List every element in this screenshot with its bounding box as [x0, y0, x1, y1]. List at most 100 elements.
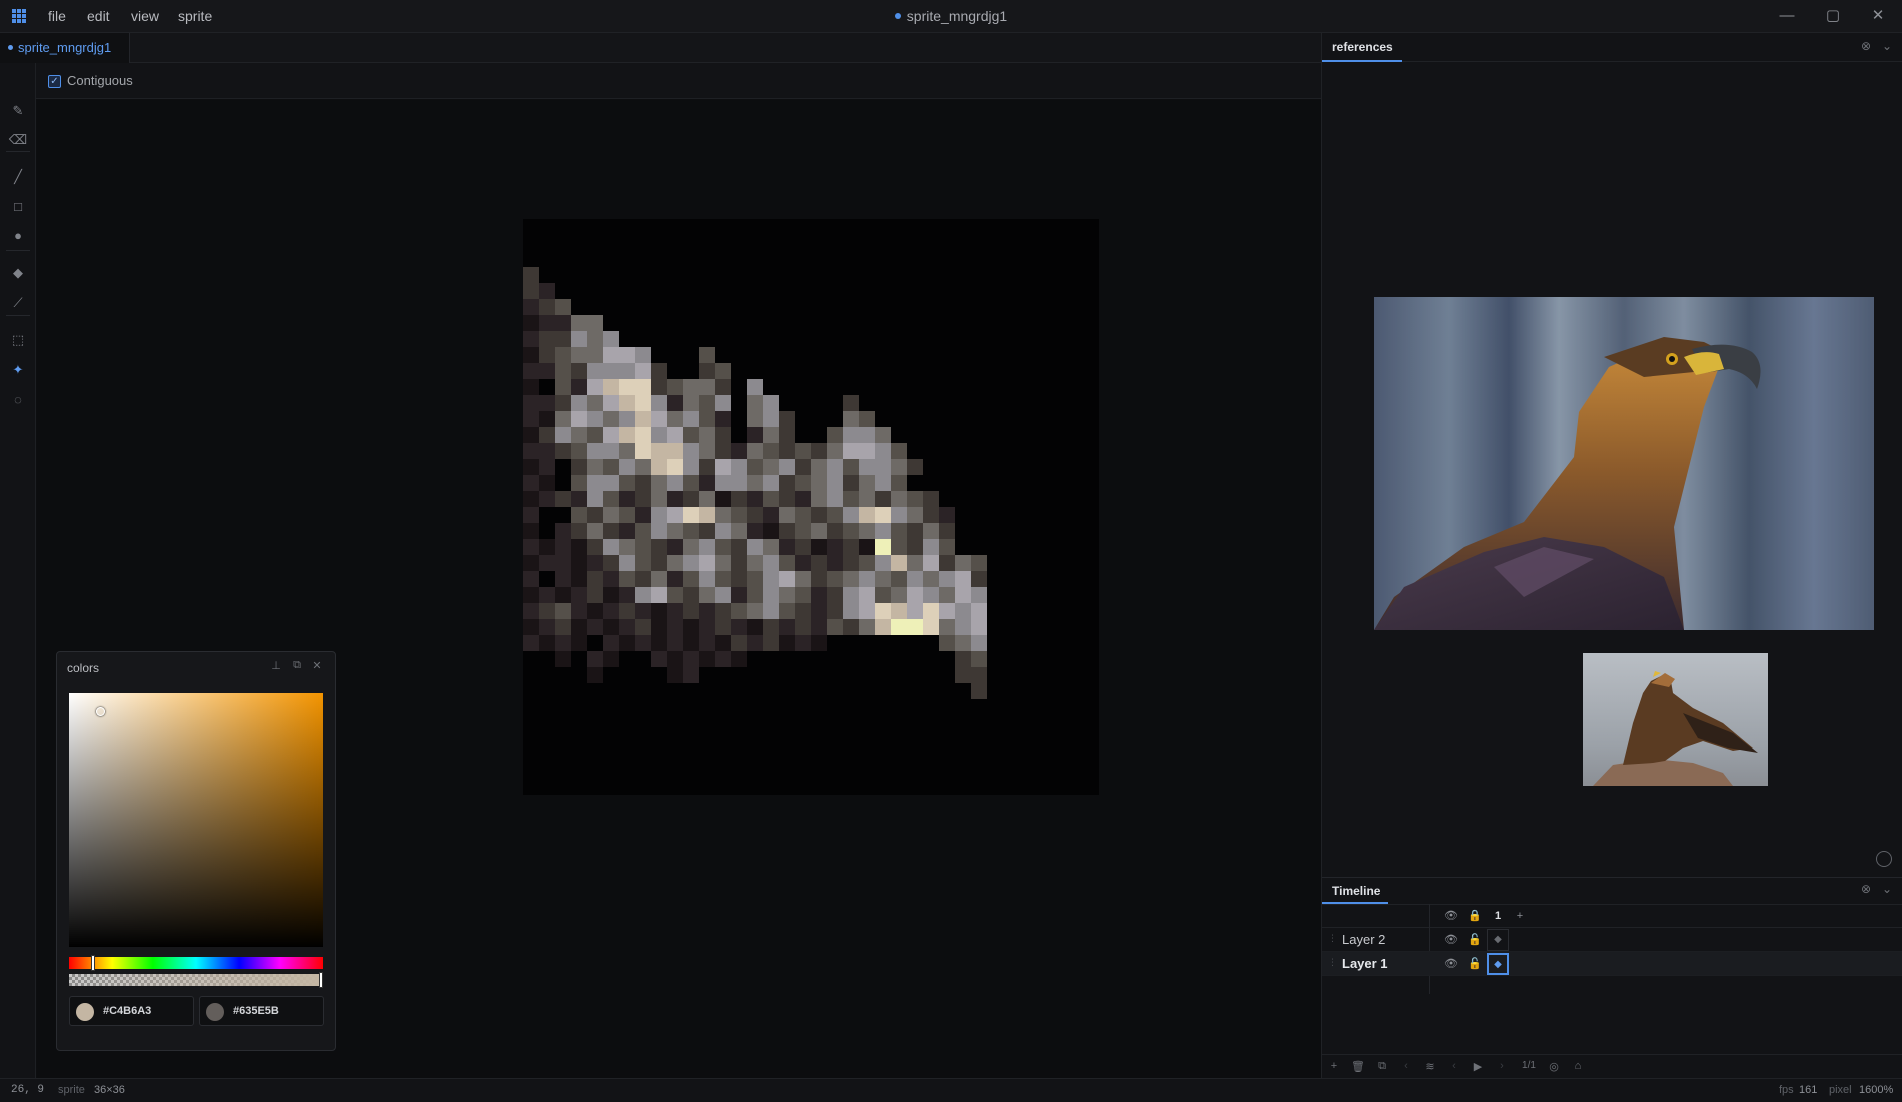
pin-icon[interactable]: ⊥ — [269, 659, 283, 673]
previous-frame-icon[interactable]: ‹ — [1446, 1060, 1462, 1076]
primary-color-field[interactable]: #C4B6A3 — [69, 996, 194, 1026]
reference-image-eagle-perched[interactable] — [1583, 653, 1768, 786]
lock-icon[interactable]: 🔓 — [1467, 956, 1483, 972]
layer-name[interactable]: Layer 1 — [1342, 956, 1388, 971]
sprite-pixel — [715, 363, 731, 379]
layer-row[interactable]: ⋮ Layer 2 👁 🔓 ◆ — [1322, 928, 1902, 952]
primary-color-swatch[interactable] — [76, 1003, 94, 1021]
sprite-pixel — [539, 635, 555, 651]
duplicate-icon[interactable]: ⧉ — [1374, 1060, 1390, 1076]
pixel-label: pixel — [1829, 1084, 1852, 1096]
hue-slider[interactable] — [69, 957, 323, 969]
document-tab[interactable]: sprite_mngrdjg1 — [0, 33, 130, 63]
sprite-pixel — [747, 443, 763, 459]
magic-wand-icon[interactable]: ✦ — [7, 359, 29, 381]
first-frame-icon[interactable]: ‹ — [1398, 1060, 1414, 1076]
sprite-pixel — [731, 555, 747, 571]
line-icon[interactable]: ╱ — [7, 166, 29, 188]
sprite-pixel — [747, 555, 763, 571]
sprite-pixel — [523, 507, 539, 523]
visibility-eye-icon[interactable]: 👁 — [1443, 956, 1459, 972]
marquee-icon[interactable]: ⬚ — [7, 329, 29, 351]
secondary-color-swatch[interactable] — [206, 1003, 224, 1021]
timeline-tab[interactable]: Timeline — [1322, 878, 1388, 904]
contiguous-checkbox[interactable]: ✓ — [48, 75, 61, 88]
sprite-pixel — [651, 459, 667, 475]
sprite-pixel — [555, 651, 571, 667]
sprite-pixel — [907, 619, 923, 635]
layers-stack-icon[interactable]: ≋ — [1422, 1060, 1438, 1076]
sprite-pixel — [859, 459, 891, 475]
hue-slider-handle[interactable] — [91, 955, 95, 971]
visibility-eye-icon[interactable]: 👁 — [1443, 932, 1459, 948]
maximize-button[interactable]: ▢ — [1822, 6, 1844, 26]
sprite-pixel — [603, 491, 619, 507]
ellipse-icon[interactable]: ● — [7, 225, 29, 247]
sprite-pixel — [555, 571, 571, 587]
sprite-pixel — [779, 555, 795, 571]
sprite-pixel — [763, 395, 779, 411]
frame-number[interactable]: 1 — [1490, 908, 1506, 924]
sprite-canvas[interactable] — [523, 219, 1099, 795]
tag-icon[interactable]: ⌂ — [1570, 1060, 1586, 1076]
drag-handle-icon[interactable]: ⋮ — [1328, 957, 1337, 968]
color-picker-cursor[interactable] — [96, 707, 105, 716]
references-tab[interactable]: references — [1322, 33, 1402, 62]
sprite-pixel — [795, 619, 811, 635]
sprite-pixel — [619, 475, 635, 491]
sprite-pixel — [523, 347, 539, 363]
sprite-pixel — [699, 571, 715, 587]
sprite-pixel — [795, 459, 811, 475]
alpha-slider-handle[interactable] — [319, 972, 323, 988]
primary-color-hex[interactable]: #C4B6A3 — [103, 1005, 151, 1017]
sprite-pixel — [859, 475, 875, 491]
sprite-pixel — [715, 555, 731, 571]
add-frame-button[interactable]: + — [1512, 908, 1528, 924]
alpha-slider[interactable] — [69, 974, 323, 986]
sprite-pixel — [571, 539, 587, 555]
saturation-value-picker[interactable] — [69, 693, 323, 947]
eraser-icon[interactable]: ⌫ — [7, 129, 29, 151]
unpin-icon[interactable]: ⊗ — [1858, 39, 1874, 55]
pencil-icon[interactable]: ✎ — [7, 100, 29, 122]
onion-skin-icon[interactable]: ◎ — [1546, 1060, 1562, 1076]
add-layer-icon[interactable]: + — [1326, 1060, 1342, 1076]
secondary-color-hex[interactable]: #635E5B — [233, 1005, 279, 1017]
lock-icon[interactable]: 🔓 — [1467, 932, 1483, 948]
bucket-fill-icon[interactable]: ◆ — [7, 262, 29, 284]
lasso-icon[interactable]: ◌ — [7, 389, 29, 411]
sprite-pixel — [811, 491, 827, 507]
secondary-color-field[interactable]: #635E5B — [199, 996, 324, 1026]
lock-all-icon[interactable]: 🔒 — [1467, 908, 1483, 924]
sprite-pixel — [555, 539, 571, 555]
frame-cel[interactable]: ◆ — [1487, 953, 1509, 975]
eyedropper-icon[interactable]: ⟋ — [7, 292, 29, 314]
popout-icon[interactable]: ⧉ — [290, 659, 304, 673]
drag-handle-icon[interactable]: ⋮ — [1328, 933, 1337, 944]
minimize-button[interactable]: — — [1776, 6, 1798, 26]
unpin-icon[interactable]: ⊗ — [1858, 882, 1874, 898]
close-window-button[interactable]: ✕ — [1867, 6, 1889, 26]
reference-image-eagle-portrait[interactable] — [1374, 297, 1874, 630]
layer-row[interactable]: ⋮ Layer 1 👁 🔓 ◆ — [1322, 952, 1902, 976]
sprite-pixel — [571, 523, 587, 539]
sprite-pixel — [859, 555, 875, 571]
visibility-all-eye-icon[interactable]: 👁 — [1443, 908, 1459, 924]
collapse-chevron-icon[interactable]: ⌄ — [1879, 882, 1895, 898]
play-icon[interactable]: ▶ — [1470, 1060, 1486, 1076]
sprite-pixel — [603, 555, 619, 571]
collapse-chevron-icon[interactable]: ⌄ — [1879, 39, 1895, 55]
next-frame-icon[interactable]: › — [1494, 1060, 1510, 1076]
sprite-pixel — [923, 491, 939, 507]
recenter-target-icon[interactable] — [1876, 851, 1892, 867]
sprite-pixel — [667, 603, 683, 619]
layer-name[interactable]: Layer 2 — [1342, 932, 1385, 947]
frame-cel[interactable]: ◆ — [1487, 929, 1509, 951]
toolbar-separator — [6, 151, 30, 152]
window-title: sprite_mngrdjg1 — [0, 8, 1902, 24]
rectangle-icon[interactable]: □ — [7, 196, 29, 218]
sprite-pixel — [923, 523, 939, 539]
delete-layer-icon[interactable]: 🗑 — [1350, 1060, 1366, 1076]
zoom-level[interactable]: 1600% — [1859, 1084, 1893, 1096]
close-icon[interactable]: ✕ — [310, 659, 324, 673]
